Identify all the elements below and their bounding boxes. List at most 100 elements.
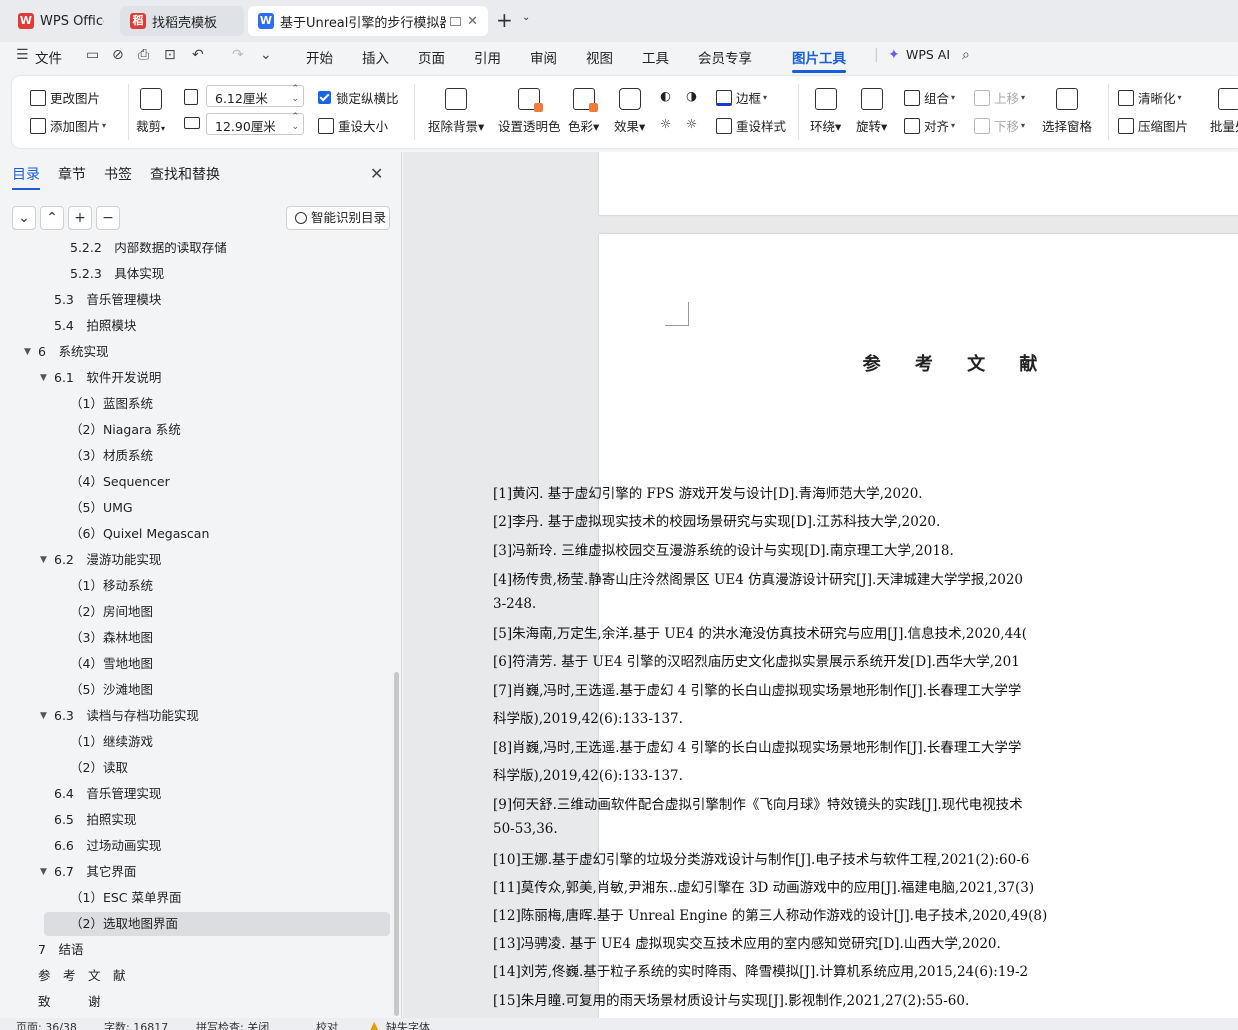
- toc-item[interactable]: 7 结语: [38, 938, 83, 962]
- word-count[interactable]: 字数: 16817: [104, 1019, 168, 1030]
- close-tab-icon[interactable]: ✕: [467, 14, 478, 29]
- menu-start[interactable]: 开始: [306, 47, 333, 67]
- toc-item[interactable]: （5）UMG: [70, 496, 133, 520]
- toc-item[interactable]: 6.3 读档与存档功能实现: [54, 704, 199, 728]
- proofread[interactable]: 校对: [316, 1019, 338, 1030]
- toc-item[interactable]: 6.7 其它界面: [54, 860, 136, 884]
- change-image-button[interactable]: 更改图片: [30, 88, 100, 107]
- menu-picture-tools[interactable]: 图片工具: [792, 47, 846, 73]
- remove-background-button[interactable]: 抠除背景▾: [428, 88, 484, 135]
- menu-tools[interactable]: 工具: [642, 47, 669, 67]
- contrast-down-icon[interactable]: ☼: [686, 116, 697, 131]
- toc-item[interactable]: 5.2.2 内部数据的读取存储: [70, 242, 227, 260]
- tab-document[interactable]: W 基于Unreal引擎的步行模拟器 ✕: [248, 6, 488, 36]
- add-image-button[interactable]: 添加图片 ▾: [30, 116, 106, 135]
- share-icon[interactable]: ⊘: [112, 47, 124, 63]
- toc-item[interactable]: 6.6 过场动画实现: [54, 834, 161, 858]
- wps-ai-icon[interactable]: ✦: [888, 47, 900, 63]
- toc-item[interactable]: （2）选取地图界面: [70, 912, 178, 936]
- smart-toc-button[interactable]: 智能识别目录: [286, 206, 390, 230]
- toc-item[interactable]: （1）ESC 菜单界面: [70, 886, 182, 910]
- height-input[interactable]: 12.90厘米: [206, 112, 304, 135]
- expand-down-icon[interactable]: ⌄: [12, 206, 36, 230]
- menu-insert[interactable]: 插入: [362, 47, 389, 67]
- toc-item[interactable]: 5.3 音乐管理模块: [54, 288, 161, 312]
- print-icon[interactable]: ⎙: [138, 47, 149, 63]
- rotate-button[interactable]: 旋转▾: [856, 88, 887, 135]
- menu-reference[interactable]: 引用: [474, 47, 501, 67]
- crop-button[interactable]: 裁剪▾: [136, 88, 165, 135]
- file-menu[interactable]: 文件: [35, 47, 62, 67]
- undo-icon[interactable]: ↶: [192, 47, 204, 63]
- tab-bookmarks[interactable]: 书签: [104, 164, 132, 184]
- send-down-button[interactable]: 下移 ▾: [974, 116, 1025, 135]
- bring-up-button[interactable]: 上移 ▾: [974, 88, 1025, 107]
- reset-style-button[interactable]: 重设样式: [716, 116, 786, 135]
- collapse-arrow-icon[interactable]: ▼: [40, 373, 47, 383]
- toc-item[interactable]: （3）森林地图: [70, 626, 153, 650]
- set-transparent-button[interactable]: 设置透明色: [498, 88, 561, 135]
- color-button[interactable]: 色彩▾: [568, 88, 599, 135]
- align-button[interactable]: 对齐 ▾: [904, 116, 955, 135]
- device-icon[interactable]: [450, 16, 462, 26]
- new-tab-icon[interactable]: +: [496, 8, 513, 32]
- toc-item[interactable]: 6.1 软件开发说明: [54, 366, 161, 390]
- toc-item[interactable]: 5.4 拍照模块: [54, 314, 136, 338]
- scrollbar[interactable]: [394, 672, 399, 1016]
- menu-page[interactable]: 页面: [418, 47, 445, 67]
- toc-item[interactable]: （1）继续游戏: [70, 730, 153, 754]
- toc-item[interactable]: 6.5 拍照实现: [54, 808, 136, 832]
- wps-ai-button[interactable]: WPS AI: [906, 47, 950, 62]
- toc-item[interactable]: （2）Niagara 系统: [70, 418, 181, 442]
- brightness-down-icon[interactable]: ☼: [660, 116, 671, 131]
- toc-item[interactable]: （4）雪地地图: [70, 652, 153, 676]
- tab-toc[interactable]: 目录: [12, 164, 40, 190]
- wrap-button[interactable]: 环绕▾: [810, 88, 841, 135]
- page-indicator[interactable]: 页面: 36/38: [16, 1019, 77, 1030]
- lock-ratio-checkbox[interactable]: 锁定纵横比: [318, 88, 399, 107]
- close-icon[interactable]: ✕: [370, 164, 383, 183]
- collapse-arrow-icon[interactable]: ▼: [40, 867, 47, 877]
- group-button[interactable]: 组合 ▾: [904, 88, 955, 107]
- toc-item[interactable]: 6 系统实现: [38, 340, 108, 364]
- save-icon[interactable]: ▭: [86, 47, 99, 63]
- collapse-arrow-icon[interactable]: ▼: [40, 555, 47, 565]
- toc-item[interactable]: 参 考 文 献: [38, 964, 126, 988]
- effects-button[interactable]: 效果▾: [614, 88, 645, 135]
- toc-item[interactable]: （3）材质系统: [70, 444, 153, 468]
- menu-review[interactable]: 审阅: [530, 47, 557, 67]
- width-input[interactable]: 6.12厘米: [206, 84, 304, 107]
- tab-chapters[interactable]: 章节: [58, 164, 86, 184]
- spell-check[interactable]: 拼写检查: 关闭: [196, 1019, 269, 1030]
- search-icon[interactable]: ⌕: [962, 47, 970, 63]
- border-button[interactable]: 边框 ▾: [716, 88, 767, 107]
- selection-pane-button[interactable]: 选择窗格: [1042, 88, 1092, 135]
- toc-item[interactable]: （6）Quixel Megascan: [70, 522, 209, 546]
- tab-template[interactable]: 稻 找稻壳模板: [120, 6, 244, 36]
- batch-button[interactable]: 批量处: [1210, 88, 1238, 135]
- remove-icon[interactable]: −: [96, 206, 120, 230]
- toc-item[interactable]: （1）移动系统: [70, 574, 153, 598]
- redo-icon[interactable]: ↷: [232, 47, 244, 63]
- collapse-arrow-icon[interactable]: ▼: [40, 711, 47, 721]
- chevron-down-icon[interactable]: ⌄: [522, 12, 530, 23]
- brightness-up-icon[interactable]: ◐: [660, 88, 671, 103]
- compress-button[interactable]: 压缩图片: [1118, 116, 1188, 135]
- more-icon[interactable]: ⌄: [260, 47, 272, 63]
- toc-item[interactable]: （5）沙滩地图: [70, 678, 153, 702]
- toc-item[interactable]: （2）房间地图: [70, 600, 153, 624]
- menu-member[interactable]: 会员专享: [698, 47, 752, 67]
- toc-item[interactable]: （1）蓝图系统: [70, 392, 153, 416]
- collapse-arrow-icon[interactable]: ▼: [24, 347, 31, 357]
- preview-icon[interactable]: ⊡: [164, 47, 176, 63]
- menu-view[interactable]: 视图: [586, 47, 613, 67]
- menu-icon[interactable]: ☰: [16, 47, 29, 63]
- toc-item[interactable]: 致 谢: [38, 990, 101, 1014]
- toc-item[interactable]: 6.2 漫游功能实现: [54, 548, 161, 572]
- toc-item[interactable]: （4）Sequencer: [70, 470, 170, 494]
- toc-item[interactable]: 5.2.3 具体实现: [70, 262, 164, 286]
- toc-item[interactable]: （2）读取: [70, 756, 128, 780]
- resize-button[interactable]: 重设大小: [318, 116, 388, 135]
- contrast-up-icon[interactable]: ◑: [686, 88, 697, 103]
- tab-find-replace[interactable]: 查找和替换: [150, 164, 220, 184]
